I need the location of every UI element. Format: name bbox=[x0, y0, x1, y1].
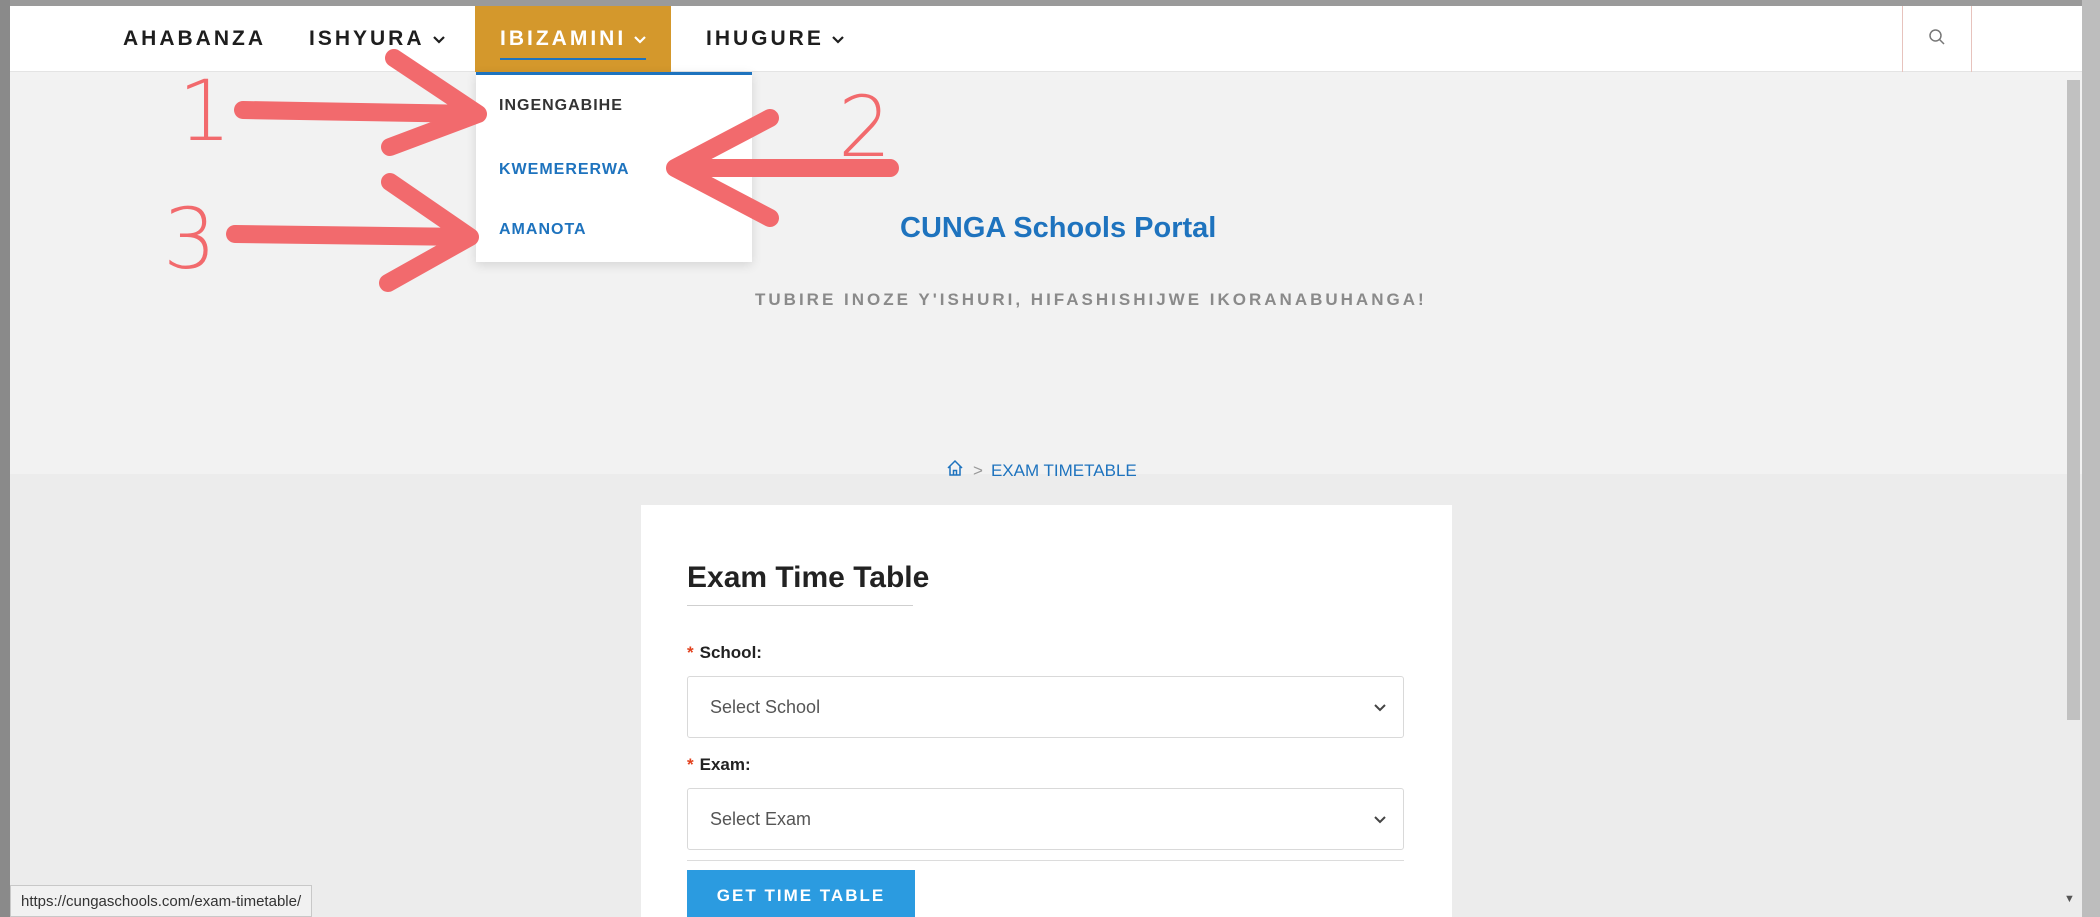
exam-timetable-card: Exam Time Table * School: Select School *… bbox=[641, 505, 1452, 917]
annotation-number-2: 2 bbox=[838, 78, 892, 176]
ibizamini-dropdown-menu: INGENGABIHE KWEMERERWA AMANOTA bbox=[476, 72, 752, 262]
school-label: * School: bbox=[687, 643, 762, 663]
annotation-number-1: 1 bbox=[178, 62, 232, 160]
chevron-down-icon bbox=[832, 31, 844, 48]
nav-item-ishyura[interactable]: ISHYURA bbox=[309, 6, 445, 72]
breadcrumb-separator: > bbox=[973, 460, 983, 480]
scroll-down-arrow-icon[interactable]: ▼ bbox=[2064, 893, 2075, 905]
portal-subtitle: TUBIRE INOZE Y'ISHURI, HIFASHISHIJWE IKO… bbox=[755, 290, 1427, 309]
title-divider bbox=[687, 605, 913, 606]
home-icon[interactable] bbox=[945, 458, 965, 483]
school-select-value: Select School bbox=[710, 696, 821, 717]
vertical-scrollbar[interactable] bbox=[2082, 0, 2100, 917]
form-divider bbox=[687, 860, 1404, 861]
card-title: Exam Time Table bbox=[687, 561, 930, 594]
nav-label: IBIZAMINI bbox=[500, 27, 627, 50]
portal-title: CUNGA Schools Portal bbox=[900, 212, 1217, 244]
dropdown-item-amanota[interactable]: AMANOTA bbox=[499, 221, 587, 239]
nav-label: ISHYURA bbox=[309, 27, 425, 50]
dropdown-item-ingengabihe[interactable]: INGENGABIHE bbox=[499, 97, 623, 115]
exam-label-text: Exam: bbox=[699, 755, 751, 774]
chevron-down-icon bbox=[432, 31, 445, 48]
breadcrumb: > EXAM TIMETABLE bbox=[945, 458, 1137, 483]
search-button[interactable] bbox=[1902, 6, 1972, 72]
required-mark: * bbox=[687, 643, 694, 662]
required-mark: * bbox=[687, 755, 694, 774]
active-nav-underline bbox=[500, 58, 647, 60]
breadcrumb-current: EXAM TIMETABLE bbox=[990, 460, 1137, 480]
search-icon bbox=[1928, 28, 1946, 51]
exam-select[interactable]: Select Exam bbox=[687, 788, 1404, 850]
school-label-text: School: bbox=[699, 643, 762, 662]
exam-select-value: Select Exam bbox=[710, 808, 812, 829]
get-time-table-button[interactable]: GET TIME TABLE bbox=[687, 870, 915, 917]
nav-item-ibizamini[interactable]: IBIZAMINI bbox=[475, 6, 672, 72]
window-left-border bbox=[0, 0, 10, 917]
browser-status-bar: https://cungaschools.com/exam-timetable/ bbox=[10, 885, 313, 917]
main-navbar: AHABANZA ISHYURA IBIZAMINI IHUGURE bbox=[10, 6, 2082, 72]
chevron-down-icon bbox=[634, 31, 646, 48]
nav-item-ihugure[interactable]: IHUGURE bbox=[706, 6, 844, 72]
nav-label: IHUGURE bbox=[706, 27, 824, 50]
chevron-down-icon bbox=[1373, 809, 1387, 830]
dropdown-item-kwemererwa[interactable]: KWEMERERWA bbox=[499, 161, 630, 179]
chevron-down-icon bbox=[1373, 697, 1387, 718]
school-select[interactable]: Select School bbox=[687, 676, 1404, 738]
page-header: CUNGA Schools Portal TUBIRE INOZE Y'ISHU… bbox=[10, 72, 2082, 480]
annotation-number-3: 3 bbox=[163, 190, 217, 288]
nav-label: AHABANZA bbox=[123, 27, 266, 50]
exam-label: * Exam: bbox=[687, 755, 751, 775]
scrollbar-thumb[interactable] bbox=[2067, 80, 2080, 720]
